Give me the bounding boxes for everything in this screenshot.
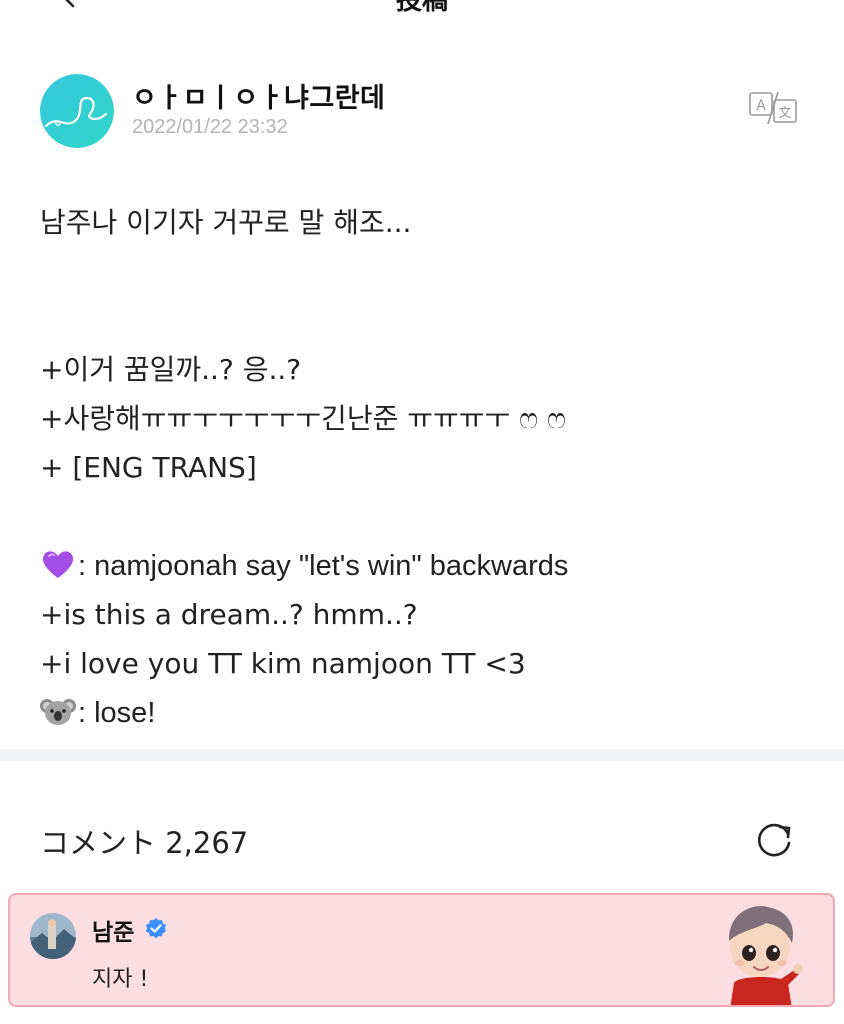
author-avatar[interactable] [40,74,114,148]
avatar-heart-icon [40,74,114,148]
comment-text: 지자 ! [92,967,149,992]
post-header: ㅇㅏㅁㅣㅇㅏ냐그란데 2022/01/22 23:32 A 文 [40,74,804,150]
section-divider [0,749,844,761]
post-line-with-emoji: : namjoonah say "let's win" backwards [40,541,820,590]
comments-header: コメント 2,267 [40,818,804,862]
post-line: +is this a dream..? hmm..? [40,598,418,631]
post-line: +사랑해ㅠㅠㅜㅜㅜㅜㅜ긴난준 ㅠㅠㅠㅜ ෆ ෆ [40,402,566,435]
post-line-text: : namjoonah say "let's win" backwards [78,550,569,582]
top-navigation-bar: 投稿 [0,0,844,12]
post-author-name[interactable]: ㅇㅏㅁㅣㅇㅏ냐그란데 [132,76,385,115]
post-line: + [ENG TRANS] [40,451,257,484]
highlighted-artist-comment[interactable]: 남준 지자 ! [8,893,835,1007]
post-line [40,296,820,345]
commenter-name[interactable]: 남준 [92,913,134,947]
post-body: 남주나 이기자 거꾸로 말 해조... +이거 꿈일까..? 응..? +사랑해… [40,198,820,737]
post-line-text: : lose! [78,697,156,729]
post-line: +i love you TT kim namjoon TT <3 [40,647,526,680]
purple-heart-icon [42,551,74,578]
post-line [40,247,820,296]
commenter-avatar[interactable] [30,913,76,959]
refresh-icon[interactable] [754,818,796,860]
post-line-with-emoji: : lose! [40,688,820,737]
verified-badge-icon [146,918,166,939]
svg-text:A: A [756,98,766,114]
character-sticker [728,906,803,1005]
post-line: +이거 꿈일까..? 응..? [40,353,302,386]
post-line [40,492,820,541]
translate-icon[interactable]: A 文 [748,90,800,126]
svg-text:文: 文 [778,106,791,121]
page-title: 投稿 [0,0,844,12]
avatar-photo [30,913,76,959]
koala-icon [40,699,76,725]
post-line: 남주나 이기자 거꾸로 말 해조... [40,206,412,239]
comment-count: コメント 2,267 [40,826,249,860]
post-timestamp: 2022/01/22 23:32 [132,116,288,138]
